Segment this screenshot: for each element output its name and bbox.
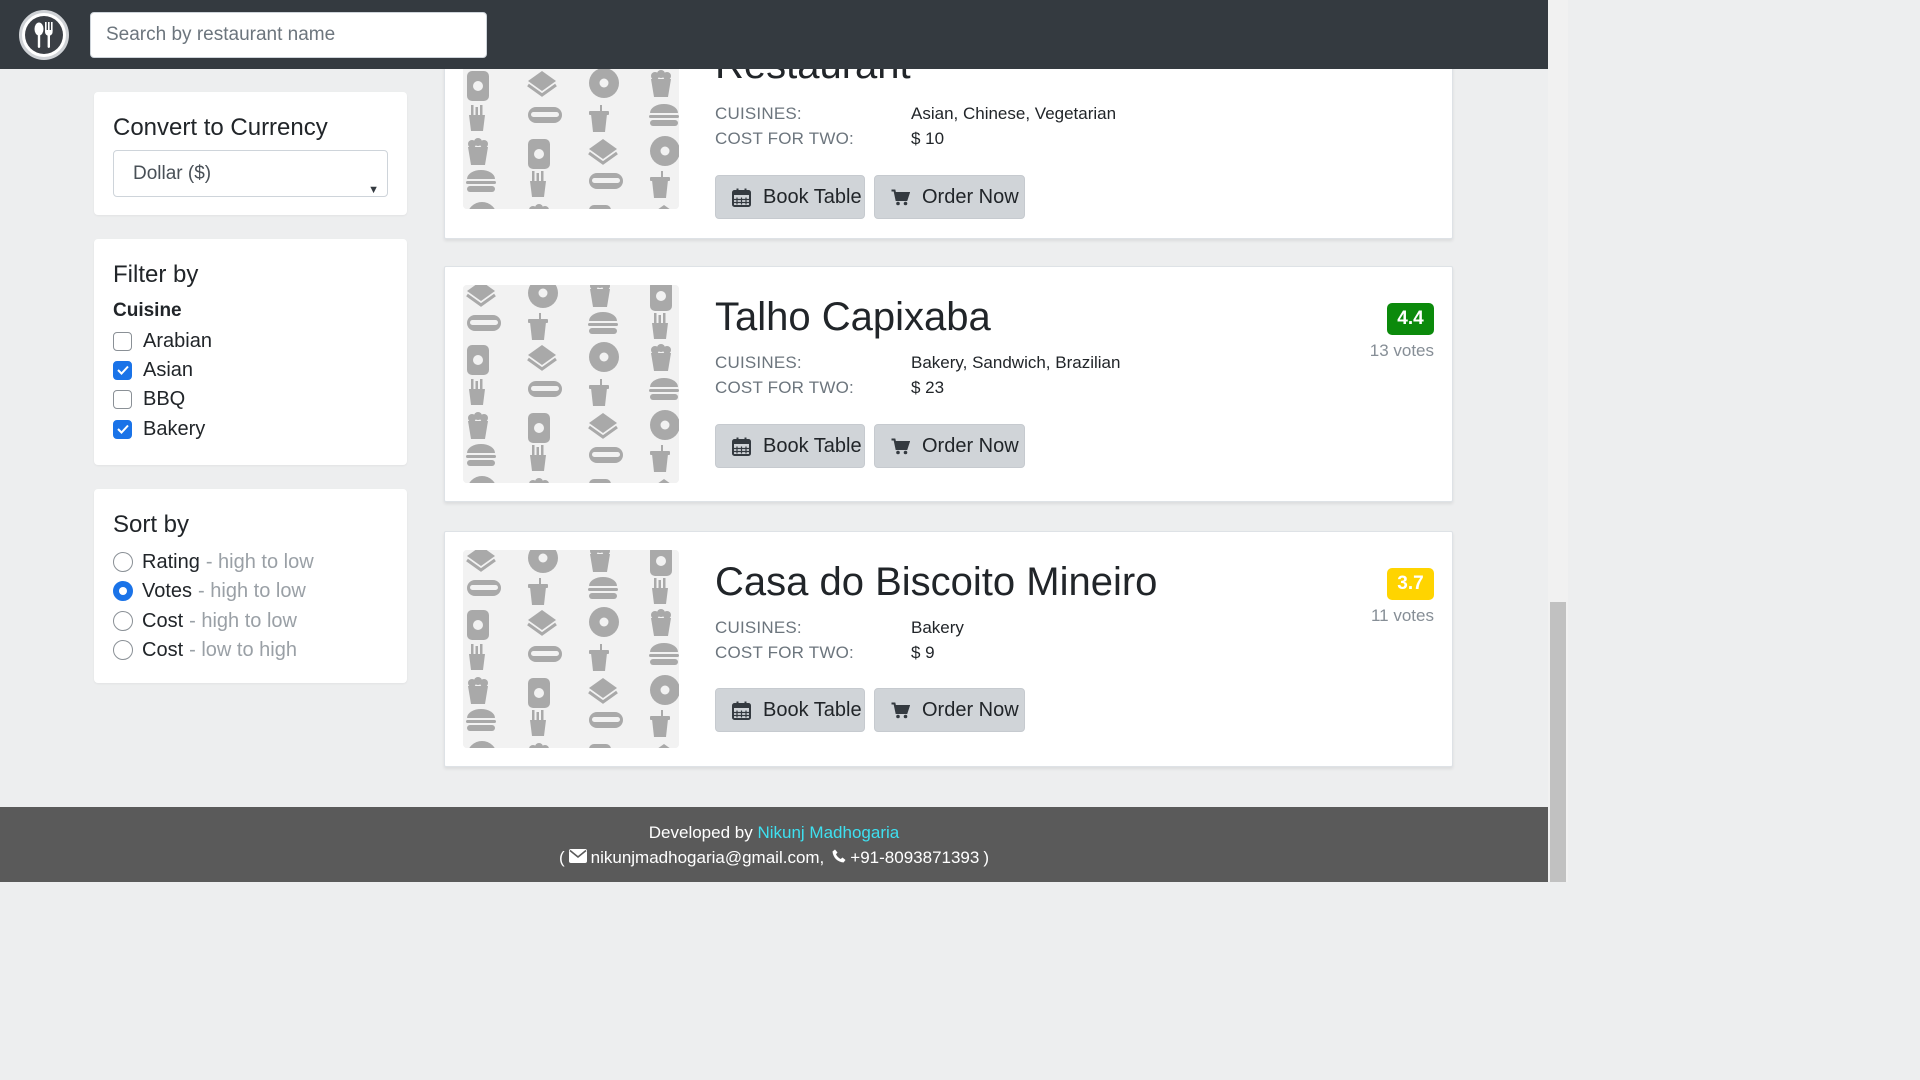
sort-option-cost-asc[interactable]: Cost - low to high [113,638,297,662]
filter-card: Filter by Cuisine Arabian Asian BBQ Bake… [94,239,407,465]
currency-selected-value: Dollar ($) [133,163,212,184]
restaurant-image [463,550,679,748]
rating-badge: 3.7 [1387,568,1434,600]
cost-value: $ 23 [911,378,945,397]
filter-option-arabian[interactable]: Arabian [113,329,212,353]
cost-value: $ 9 [911,643,935,662]
order-now-button[interactable]: Order Now [874,424,1025,468]
sort-option-hint: - high to low [205,550,314,573]
sort-card: Sort by Rating - high to low Votes - hig… [94,489,407,683]
checkbox[interactable] [113,389,132,409]
cuisines-value: Asian, Chinese, Vegetarian [911,104,1117,123]
currency-card: Convert to Currency Dollar ($) ▼ [94,92,407,215]
cost-label: COST FOR TWO: [715,378,854,397]
calendar-icon [732,437,751,456]
calendar-icon [732,188,751,207]
radio-button[interactable] [113,552,133,572]
sort-option-hint: - high to low [189,609,297,632]
cuisines-value: Bakery, Sandwich, Brazilian [911,353,1121,372]
filter-option-label: Bakery [143,417,206,440]
shopping-cart-icon [891,189,910,206]
top-navbar [0,0,1548,69]
cost-label: COST FOR TWO: [715,643,854,662]
search-input[interactable] [90,12,487,58]
shopping-cart-icon [891,438,910,455]
order-now-button[interactable]: Order Now [874,175,1025,219]
developed-by-text: Developed by [648,823,753,842]
restaurant-card: Talho Capixaba 4.4 13 votes CUISINES: Ba… [444,266,1453,502]
shopping-cart-icon [891,702,910,719]
sort-option-label: Cost [142,638,184,661]
contact-email[interactable]: nikunjmadhogaria@gmail.com, [591,848,825,868]
sort-option-rating[interactable]: Rating - high to low [113,550,314,574]
rating-badge: 4.4 [1387,303,1434,335]
contact-phone[interactable]: +91-8093871393 [850,848,979,868]
sort-title: Sort by [113,511,190,538]
filter-option-bakery[interactable]: Bakery [113,417,205,441]
currency-select[interactable]: Dollar ($) ▼ [113,150,388,197]
cuisines-value: Bakery [911,618,964,637]
scrollbar-thumb[interactable] [1550,602,1566,882]
restaurant-image [463,285,679,483]
filter-option-asian[interactable]: Asian [113,358,193,382]
sort-option-hint: - low to high [189,638,297,661]
phone-icon [832,848,846,868]
envelope-icon [568,848,587,868]
open-paren: ( [558,848,565,867]
sort-option-label: Cost [142,609,184,632]
cutlery-icon [25,16,63,54]
sort-option-label: Votes [142,579,193,602]
votes-count: 11 votes [1370,606,1434,625]
sort-option-hint: - high to low [198,579,306,602]
chevron-down-icon: ▼ [368,184,379,196]
cuisines-label: CUISINES: [715,618,802,637]
filter-subtitle: Cuisine [113,300,182,321]
page-scrollbar[interactable] [1548,0,1568,882]
votes-count: 13 votes [1369,341,1434,360]
sort-option-label: Rating [142,550,200,573]
checkbox[interactable] [113,331,132,351]
book-table-button[interactable]: Book Table [715,688,865,732]
filter-title: Filter by [113,261,199,288]
footer-credit: Developed by Nikunj Madhogaria [0,823,1548,843]
check-icon [116,424,129,434]
sort-option-cost-desc[interactable]: Cost - high to low [113,609,297,633]
restaurant-name[interactable]: Casa do Biscoito Mineiro [715,560,1157,605]
cuisines-label: CUISINES: [715,353,802,372]
order-now-label: Order Now [922,185,1019,208]
developer-link[interactable]: Nikunj Madhogaria [757,823,899,842]
restaurant-name[interactable]: Talho Capixaba [715,295,991,340]
radio-button[interactable] [113,581,133,601]
currency-title: Convert to Currency [113,114,328,141]
close-paren: ) [983,848,990,867]
filter-option-label: Arabian [143,329,212,352]
book-table-label: Book Table [763,698,862,721]
radio-button[interactable] [113,611,133,631]
cost-label: COST FOR TWO: [715,129,854,148]
order-now-label: Order Now [922,698,1019,721]
calendar-icon [732,701,751,720]
cuisines-label: CUISINES: [715,104,802,123]
logo[interactable] [19,10,69,60]
book-table-button[interactable]: Book Table [715,424,865,468]
checkbox[interactable] [113,419,132,439]
restaurant-card: Casa do Biscoito Mineiro 3.7 11 votes CU… [444,531,1453,767]
filter-option-label: BBQ [143,387,186,410]
filter-option-label: Asian [143,358,194,381]
radio-button[interactable] [113,640,133,660]
footer: Developed by Nikunj Madhogaria ( nikunjm… [0,807,1548,882]
cost-value: $ 10 [911,129,945,148]
filter-option-bbq[interactable]: BBQ [113,387,185,411]
book-table-label: Book Table [763,185,862,208]
book-table-label: Book Table [763,434,862,457]
footer-contact: ( nikunjmadhogaria@gmail.com, +91-809387… [0,848,1548,868]
book-table-button[interactable]: Book Table [715,175,865,219]
check-icon [116,365,129,375]
checkbox[interactable] [113,360,132,380]
order-now-button[interactable]: Order Now [874,688,1025,732]
sort-option-votes[interactable]: Votes - high to low [113,579,306,603]
order-now-label: Order Now [922,434,1019,457]
